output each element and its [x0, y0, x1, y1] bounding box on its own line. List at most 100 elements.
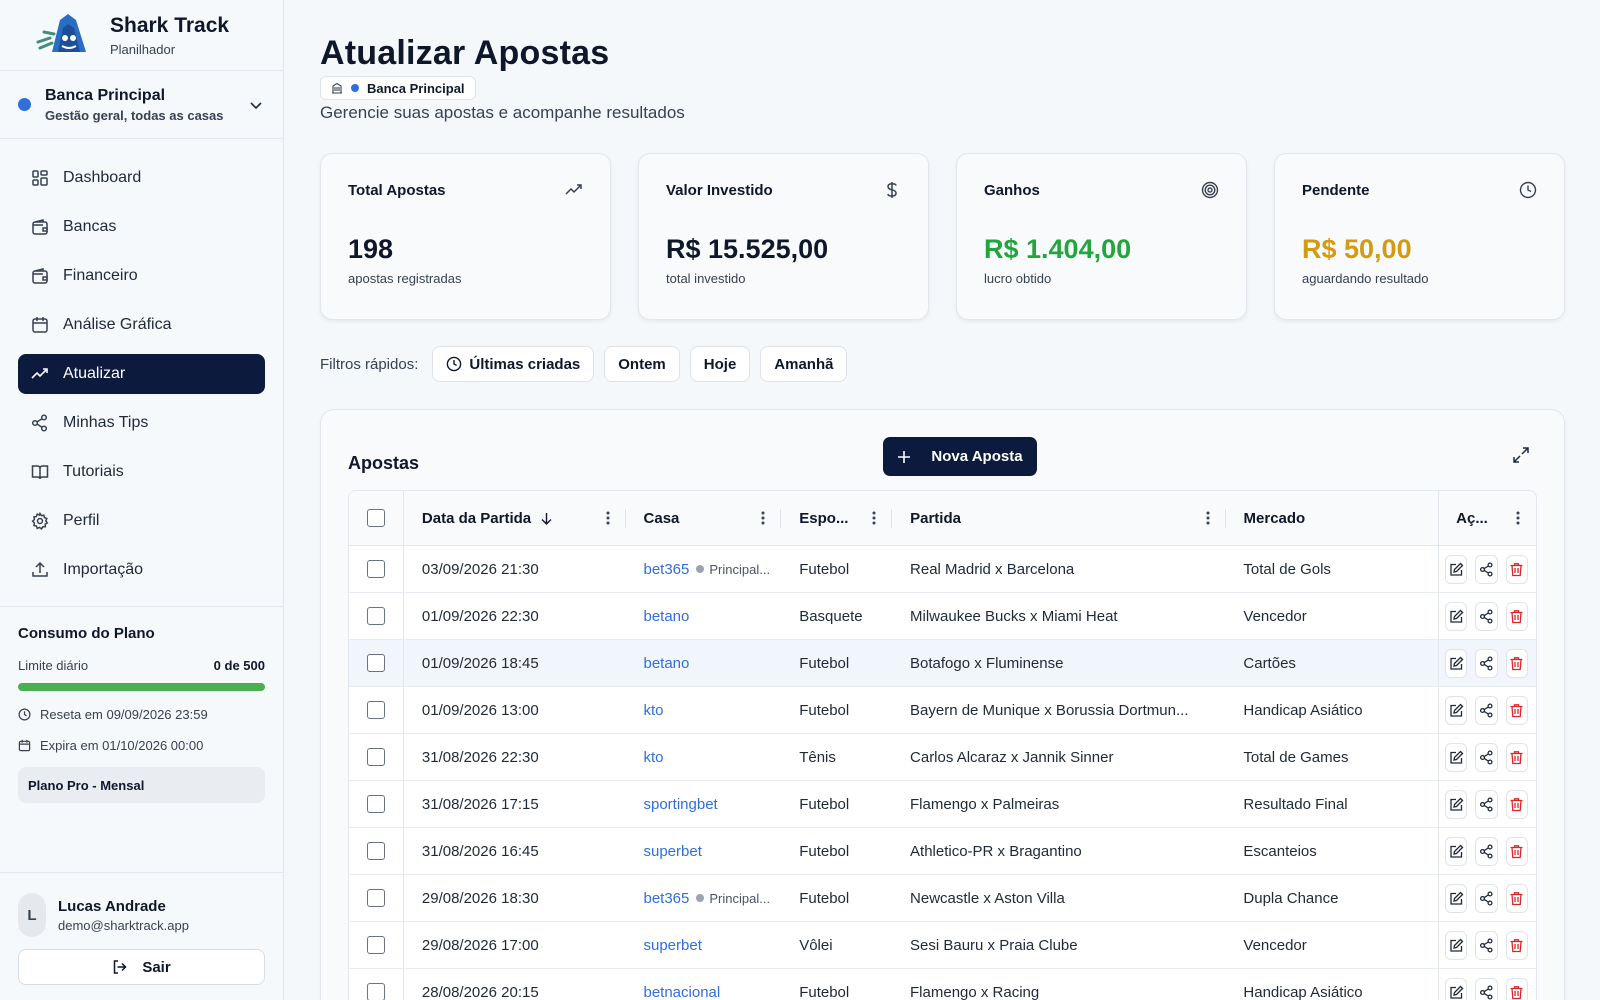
casa-link[interactable]: kto [643, 749, 663, 766]
share-button[interactable] [1475, 883, 1498, 913]
column-header-mercado[interactable]: Mercado [1226, 491, 1439, 545]
column-menu-icon[interactable] [1516, 511, 1520, 525]
filter-amanha-button[interactable]: Amanhã [760, 346, 848, 382]
delete-button[interactable] [1505, 977, 1528, 1000]
delete-button[interactable] [1505, 883, 1528, 913]
filter-ontem-button[interactable]: Ontem [604, 346, 680, 382]
table-row[interactable]: 01/09/2026 18:45 betano Futebol Botafogo x … [349, 640, 1536, 687]
sidebar-item-importacao[interactable]: Importação [18, 550, 265, 590]
new-bet-button[interactable]: Nova Aposta [883, 437, 1037, 476]
edit-button[interactable] [1445, 930, 1468, 960]
casa-link[interactable]: kto [643, 702, 663, 719]
delete-button[interactable] [1505, 930, 1528, 960]
casa-link[interactable]: betano [643, 608, 689, 625]
row-checkbox[interactable] [366, 795, 385, 813]
select-all-checkbox[interactable] [366, 509, 385, 527]
delete-button[interactable] [1505, 648, 1528, 678]
casa-link[interactable]: sportingbet [643, 796, 717, 813]
edit-button[interactable] [1445, 601, 1468, 631]
delete-button[interactable] [1505, 836, 1528, 866]
row-checkbox[interactable] [366, 936, 385, 954]
casa-link[interactable]: bet365 [643, 890, 689, 907]
plan-limit-label: Limite diário [18, 658, 89, 673]
edit-button[interactable] [1445, 648, 1468, 678]
sidebar-item-minhas-tips[interactable]: Minhas Tips [18, 403, 265, 443]
edit-button[interactable] [1445, 977, 1468, 1000]
sidebar-item-label: Bancas [63, 218, 117, 235]
delete-button[interactable] [1505, 695, 1528, 725]
edit-button[interactable] [1445, 789, 1468, 819]
casa-link[interactable]: betano [643, 655, 689, 672]
casa-tag: Principal... [696, 891, 770, 906]
bank-selector[interactable]: Banca Principal Gestão geral, todas as c… [0, 71, 283, 139]
share-button[interactable] [1475, 648, 1498, 678]
column-menu-icon[interactable] [1206, 511, 1210, 525]
sidebar-item-perfil[interactable]: Perfil [18, 501, 265, 541]
column-menu-icon[interactable] [872, 511, 876, 525]
delete-button[interactable] [1505, 742, 1528, 772]
sidebar-item-analise-grafica[interactable]: Análise Gráfica [18, 305, 265, 345]
sidebar-item-bancas[interactable]: Bancas [18, 207, 265, 247]
arrow-down-icon[interactable] [540, 512, 553, 525]
share-button[interactable] [1475, 789, 1498, 819]
casa-link[interactable]: superbet [643, 937, 701, 954]
share-button[interactable] [1475, 930, 1498, 960]
column-header-esporte[interactable]: Espo... [781, 491, 892, 545]
sidebar-item-atualizar[interactable]: Atualizar [18, 354, 265, 394]
delete-button[interactable] [1505, 554, 1528, 584]
sidebar-item-financeiro[interactable]: Financeiro [18, 256, 265, 296]
casa-link[interactable]: superbet [643, 843, 701, 860]
edit-button[interactable] [1445, 836, 1468, 866]
column-header-acoes[interactable]: Aç... [1438, 491, 1536, 545]
table-row[interactable]: 28/08/2026 20:15 betnacional Futebol Flamen… [349, 969, 1536, 1000]
column-menu-icon[interactable] [606, 511, 610, 525]
share-button[interactable] [1475, 554, 1498, 584]
row-checkbox[interactable] [366, 607, 385, 625]
edit-button[interactable] [1445, 695, 1468, 725]
share-icon [1479, 655, 1493, 671]
casa-link[interactable]: betnacional [643, 984, 720, 1000]
column-header-casa[interactable]: Casa [626, 491, 782, 545]
avatar: L [18, 893, 46, 937]
row-checkbox[interactable] [366, 560, 385, 578]
expand-icon[interactable] [1512, 446, 1530, 464]
edit-button[interactable] [1445, 883, 1468, 913]
sidebar-item-tutoriais[interactable]: Tutoriais [18, 452, 265, 492]
table-row[interactable]: 03/09/2026 21:30 bet365 Principal... Futebo… [349, 546, 1536, 593]
logout-button[interactable]: Sair [18, 949, 265, 985]
table-row[interactable]: 29/08/2026 17:00 superbet Vôlei Sesi Bauru … [349, 922, 1536, 969]
share-button[interactable] [1475, 601, 1498, 631]
table-row[interactable]: 31/08/2026 16:45 superbet Futebol Athletico… [349, 828, 1536, 875]
table-row[interactable]: 31/08/2026 17:15 sportingbet Futebol Flamen… [349, 781, 1536, 828]
edit-button[interactable] [1445, 742, 1468, 772]
table-row[interactable]: 01/09/2026 22:30 betano Basquete Milwaukee … [349, 593, 1536, 640]
column-label: Espo... [799, 509, 849, 527]
casa-link[interactable]: bet365 [643, 561, 689, 578]
table-row[interactable]: 31/08/2026 22:30 kto Tênis Carlos Alcaraz x… [349, 734, 1536, 781]
edit-icon [1450, 562, 1464, 576]
filter-hoje-button[interactable]: Hoje [689, 346, 751, 382]
row-checkbox[interactable] [366, 654, 385, 672]
row-checkbox[interactable] [366, 889, 385, 907]
row-checkbox[interactable] [366, 701, 385, 719]
table-row[interactable]: 01/09/2026 13:00 kto Futebol Bayern de Muni… [349, 687, 1536, 734]
table-row[interactable]: 29/08/2026 18:30 bet365 Principal... Futebo… [349, 875, 1536, 922]
column-menu-icon[interactable] [761, 511, 765, 525]
row-checkbox[interactable] [366, 748, 385, 766]
edit-button[interactable] [1445, 554, 1468, 584]
row-checkbox[interactable] [366, 842, 385, 860]
filter-ultimas-criadas-button[interactable]: Últimas criadas [432, 346, 595, 382]
clock-icon [447, 356, 462, 372]
delete-button[interactable] [1505, 789, 1528, 819]
tag-dot-icon [696, 565, 705, 573]
share-button[interactable] [1475, 977, 1498, 1000]
row-checkbox[interactable] [366, 983, 385, 1000]
share-button[interactable] [1475, 836, 1498, 866]
sidebar-item-dashboard[interactable]: Dashboard [18, 158, 265, 198]
column-header-data[interactable]: Data da Partida [404, 491, 626, 545]
share-button[interactable] [1475, 695, 1498, 725]
column-header-partida[interactable]: Partida [892, 491, 1226, 545]
delete-button[interactable] [1505, 601, 1528, 631]
share-button[interactable] [1475, 742, 1498, 772]
share-icon [1479, 608, 1493, 624]
